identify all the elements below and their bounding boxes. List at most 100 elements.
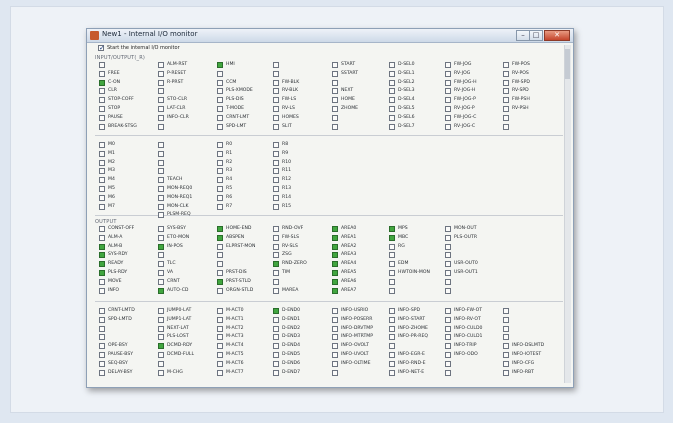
signal-indicator-off [273,79,279,86]
signal-label: R14 [282,194,292,200]
signal-label: USR-OUT1 [454,270,478,275]
signal-label: STOP-COFF [108,97,134,103]
signal-indicator-off [217,186,223,192]
signal-label: INFO-OVOLT [341,343,369,349]
signal-label: PLS-XMODE [226,88,253,94]
signal-indicator-off [158,159,164,166]
signal-label: M-ACT3 [226,334,244,340]
signal-label: INFO-EGR-E [398,352,425,357]
signal-indicator-off [389,316,395,323]
signal-label: D-END6 [282,360,300,366]
signal-indicator-on [332,243,338,250]
signal-indicator-off [445,316,451,323]
signal-label: D-END2 [282,325,300,331]
title-bar[interactable]: New1 - Internal I/O monitor – □ ✕ [87,29,573,43]
signal-indicator-off [273,325,279,332]
signal-indicator-off [217,70,223,77]
signal-indicator-off [503,308,509,314]
signal-label: D-END0 [282,308,300,313]
signal-indicator-on [332,226,338,232]
signal-label: R10 [282,159,292,165]
signal-indicator-off [445,88,451,95]
signal-indicator-off [217,287,223,294]
signal-label: R8 [282,142,289,147]
signal-indicator-off [273,243,279,250]
signal-indicator-off [503,114,509,121]
signal-indicator-off [445,325,451,332]
signal-label: INFO-DSLMTD [512,343,545,349]
signal-label: VA [167,270,173,275]
signal-indicator-off [217,123,223,130]
signal-indicator-off [273,203,279,210]
signal-indicator-off [99,88,105,95]
signal-indicator-off [158,308,164,314]
signal-label: INFO-SPD [398,308,421,313]
signal-label: HWTOIN-MON [398,270,430,275]
signal-label: R0 [226,142,233,147]
signal-indicator-off [158,123,164,130]
signal-indicator-off [332,70,338,77]
signal-label: INFO-FW-OT [454,308,483,313]
signal-indicator-off [389,97,395,104]
signal-indicator-off [445,343,451,350]
signal-label: TLC [167,261,176,267]
signal-indicator-off [332,316,338,323]
signal-label: FW-JOG-H [454,79,477,85]
signal-indicator-off [217,369,223,376]
input-section-title: INPUT/OUTPUT(_R) [95,55,146,61]
signal-indicator-off [158,177,164,184]
signal-indicator-off [503,79,509,86]
vertical-scrollbar[interactable] [564,45,571,383]
signal-label: D-END7 [282,369,300,375]
signal-label: AREA7 [341,287,357,293]
signal-indicator-off [99,369,105,376]
signal-indicator-off [158,62,164,68]
signal-indicator-off [332,352,338,358]
maximize-button[interactable]: □ [529,30,543,41]
signal-indicator-on [332,261,338,268]
signal-indicator-off [99,177,105,184]
signal-indicator-off [445,352,451,358]
signal-indicator-off [99,186,105,192]
signal-indicator-off [273,316,279,323]
signal-indicator-off [389,114,395,121]
signal-label: OPE-BSY [108,343,128,349]
start-monitor-checkbox[interactable]: ✓ [98,44,105,52]
minimize-button[interactable]: – [516,30,530,41]
signal-indicator-off [217,88,223,95]
close-button[interactable]: ✕ [544,30,570,41]
signal-label: INFO-CLR [167,114,189,120]
signal-label: CRNT-LMT [226,114,250,120]
signal-label: R3 [226,168,233,174]
signal-indicator-off [158,168,164,175]
signal-label: INFO-PR-REQ [398,334,428,340]
signal-label: SPD-LMT [226,123,247,129]
signal-label: CRNT [167,278,180,284]
signal-label: D-SEL7 [398,123,415,129]
start-monitor-label: Start the internal I/O monitor [107,45,180,51]
signal-indicator-off [332,334,338,341]
signal-indicator-off [217,243,223,250]
check-icon: ✓ [99,44,105,52]
signal-label: PAUSE-BSY [108,352,134,357]
signal-label: M4 [108,177,115,183]
signal-indicator-off [273,97,279,104]
signal-indicator-off [332,123,338,130]
signal-indicator-off [445,278,451,285]
section-divider [95,301,563,302]
signal-indicator-off [217,177,223,184]
scrollbar-thumb[interactable] [565,49,570,79]
signal-indicator-off [389,243,395,250]
signal-label: SSTART [341,70,359,76]
signal-label: AUTO-CD [167,287,189,293]
signal-indicator-off [389,278,395,285]
signal-indicator-on [158,243,164,250]
signal-indicator-off [503,97,509,104]
signal-indicator-off [445,123,451,130]
signal-indicator-on [332,270,338,276]
signal-indicator-off [158,212,164,219]
signal-label: D-SEL3 [398,88,415,94]
signal-indicator-off [217,352,223,358]
signal-indicator-on [273,261,279,268]
signal-label: FW-SLS [282,234,300,240]
